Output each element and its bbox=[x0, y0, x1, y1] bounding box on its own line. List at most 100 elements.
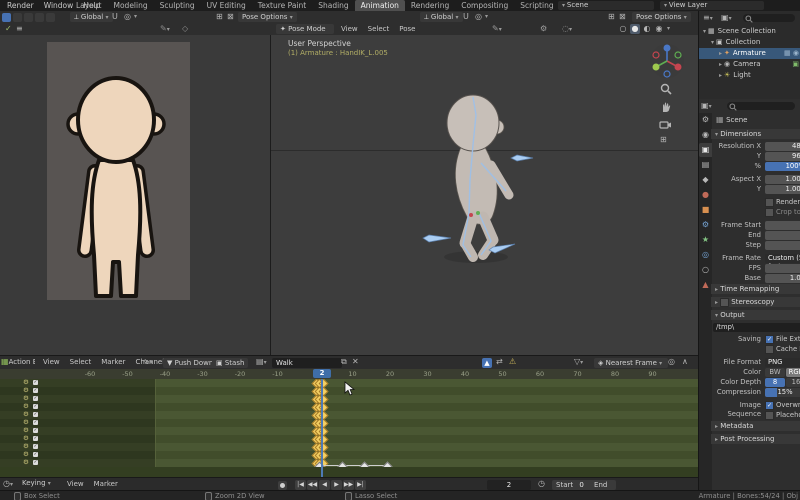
tool-annotate-icon[interactable] bbox=[35, 12, 44, 22]
frame-range-group[interactable]: Start 0 End 2 bbox=[552, 479, 616, 499]
segment-8[interactable]: 8 bbox=[765, 378, 785, 387]
workspace-tab-animation[interactable]: Animation bbox=[354, 0, 405, 11]
segment-16[interactable]: 16 bbox=[786, 378, 800, 387]
proportional-dropdown-icon-center[interactable]: ▾ bbox=[485, 13, 488, 20]
channel-modifier-icon[interactable]: ⚙ bbox=[23, 426, 29, 434]
curve-normalize-icon[interactable]: ∧ bbox=[682, 357, 688, 367]
prop-field-end[interactable]: 2 bbox=[765, 231, 800, 240]
play-reverse-button[interactable]: ◀ bbox=[319, 479, 330, 490]
current-frame-field[interactable]: 2 bbox=[487, 479, 531, 490]
mode-dropdown[interactable]: ✦ Pose Mode ▾ bbox=[276, 24, 334, 43]
output-path-field[interactable]: /tmp\ bbox=[713, 323, 800, 332]
checkbox-render-region[interactable] bbox=[765, 198, 774, 207]
channel-checkbox[interactable]: ✓ bbox=[33, 444, 38, 449]
timeline-editor-icon[interactable]: ◷▾ bbox=[3, 479, 13, 490]
channel-modifier-icon[interactable]: ⚙ bbox=[23, 434, 29, 442]
outliner-item-armature[interactable]: ▸ ✦ Armature ▦ ◉ bbox=[699, 48, 800, 59]
outliner-display-mode-icon[interactable]: ▣▾ bbox=[721, 13, 732, 24]
viewport-menu-pose[interactable]: Pose bbox=[394, 24, 420, 35]
channel-checkbox[interactable]: ✓ bbox=[33, 396, 38, 401]
section-output[interactable]: ▾ Output bbox=[711, 310, 800, 320]
prop-dropdown-file-format[interactable]: PNG bbox=[765, 358, 800, 367]
prop-field-fps[interactable]: 5 bbox=[765, 264, 800, 273]
proportional-edit-icon[interactable]: ◎ bbox=[124, 12, 131, 22]
channel-checkbox[interactable]: ✓ bbox=[33, 412, 38, 417]
gizmo-toggle-icon-center[interactable]: ⊞ bbox=[608, 12, 615, 22]
channel-modifier-icon[interactable]: ⚙ bbox=[23, 394, 29, 402]
menu-render[interactable]: Render bbox=[2, 0, 39, 11]
pose-options-button-center[interactable]: Pose Options ▾ bbox=[632, 12, 691, 22]
orientation-dropdown-left[interactable]: ⟂ Global ▾ bbox=[70, 12, 113, 22]
jump-end-button[interactable]: ▶| bbox=[355, 479, 366, 490]
shading-material-icon[interactable]: ◐ bbox=[642, 24, 652, 34]
channel-modifier-icon[interactable]: ⚙ bbox=[23, 442, 29, 450]
visibility-icons[interactable]: ▦ ◉ bbox=[784, 48, 800, 59]
prop-field-y[interactable]: 960 bbox=[765, 152, 800, 161]
3d-viewport[interactable]: User Perspective (1) Armature : HandIK_L… bbox=[271, 35, 698, 355]
workspace-tab-modeling[interactable]: Modeling bbox=[108, 0, 154, 11]
action-browse-icon[interactable]: ▤▾ bbox=[256, 357, 267, 368]
dopesheet-ruler[interactable]: -60 -50 -40 -30 -20 -10 10 20 30 40 50 60 70 80 90 bbox=[0, 369, 698, 379]
annotate-pencil-icon[interactable]: ✎▾ bbox=[160, 24, 170, 35]
checkbox-placeholders[interactable] bbox=[765, 411, 774, 420]
workspace-tab-rendering[interactable]: Rendering bbox=[405, 0, 455, 11]
channel-checkbox[interactable]: ✓ bbox=[33, 420, 38, 425]
channel-checkbox[interactable]: ✓ bbox=[33, 460, 38, 465]
prop-field-resolution-x[interactable]: 480 bbox=[765, 142, 800, 151]
expand-arrow-icon[interactable]: ▾ bbox=[699, 28, 706, 35]
outliner-search-input[interactable] bbox=[743, 13, 795, 23]
properties-tab-object-data-icon[interactable]: ★ bbox=[699, 233, 712, 247]
tool-settings-pencil-icon[interactable]: ✎▾ bbox=[492, 24, 502, 35]
channel-modifier-icon[interactable]: ⚙ bbox=[23, 418, 29, 426]
action-name-field[interactable]: Walk bbox=[272, 357, 342, 368]
check-icon[interactable]: ✓ bbox=[5, 24, 12, 34]
prop-field-frame-start[interactable]: 0 bbox=[765, 221, 800, 230]
properties-tab-world-icon[interactable]: ● bbox=[699, 188, 712, 202]
proportional-edit-icon-center[interactable]: ◎ bbox=[475, 12, 482, 22]
checkbox-crop-to-render-region[interactable] bbox=[765, 208, 774, 217]
properties-tab-object-icon[interactable]: ■ bbox=[699, 203, 712, 217]
play-button[interactable]: ▶ bbox=[331, 479, 342, 490]
hamburger-icon[interactable]: ≡ bbox=[16, 24, 23, 34]
prop-dropdown-frame-rate[interactable]: Custom (5 fps) bbox=[765, 254, 800, 271]
keying-dropdown[interactable]: Keying ▾ bbox=[22, 479, 51, 487]
playhead-frame-badge[interactable]: 2 bbox=[313, 369, 331, 378]
dopesheet-menu-marker[interactable]: Marker bbox=[96, 357, 130, 368]
segment-bw[interactable]: BW bbox=[765, 368, 785, 377]
workspace-tab-sculpting[interactable]: Sculpting bbox=[154, 0, 201, 11]
viewport-menu-select[interactable]: Select bbox=[363, 24, 395, 35]
action-copy-icon[interactable]: ⧉ bbox=[341, 357, 347, 367]
section-metadata[interactable]: ▸ Metadata bbox=[711, 421, 800, 431]
camera-viewport[interactable] bbox=[0, 35, 271, 355]
prop-field-aspect-x[interactable]: 1.000 bbox=[765, 175, 800, 184]
dopesheet-mode-icon[interactable]: ∿▾ bbox=[143, 357, 153, 368]
properties-tab-modifiers-icon[interactable]: ⚙ bbox=[699, 218, 712, 232]
channel-modifier-icon[interactable]: ⚙ bbox=[23, 402, 29, 410]
auto-key-record-button[interactable] bbox=[278, 480, 287, 490]
gizmo-toggle-icon[interactable]: ⊞ bbox=[216, 12, 223, 22]
channel-checkbox[interactable]: ✓ bbox=[33, 388, 38, 393]
zoom-tool-icon[interactable] bbox=[660, 83, 672, 95]
filter-warning-icon[interactable]: ⚠ bbox=[509, 357, 516, 367]
section-checkbox[interactable] bbox=[720, 297, 730, 307]
proportional-dopesheet-icon[interactable]: ◎ bbox=[668, 357, 675, 367]
properties-search-input[interactable] bbox=[727, 101, 795, 111]
section-time-remapping[interactable]: ▸ Time Remapping bbox=[711, 284, 800, 294]
scene-selector[interactable]: ▾ Scene bbox=[558, 1, 654, 10]
viewport-gizmos-icon[interactable]: ⚙ bbox=[540, 24, 547, 34]
slider-compression[interactable]: 15% bbox=[765, 388, 800, 397]
channel-checkbox[interactable]: ✓ bbox=[33, 428, 38, 433]
tool-select-icon[interactable] bbox=[2, 12, 11, 22]
pan-hand-icon[interactable] bbox=[660, 101, 672, 113]
toggle-grid-icon[interactable]: ⊞ bbox=[660, 135, 667, 145]
properties-tab-view-layer-icon[interactable]: ▤ bbox=[699, 158, 712, 172]
tool-tweak-icon[interactable] bbox=[13, 12, 22, 22]
channel-modifier-icon[interactable]: ⚙ bbox=[23, 450, 29, 458]
navigation-gizmo[interactable] bbox=[649, 43, 685, 79]
segment-rgb[interactable]: RGB bbox=[786, 368, 800, 377]
expand-arrow-icon[interactable]: ▾ bbox=[699, 39, 714, 46]
left-shading-icon[interactable]: ◇ bbox=[182, 24, 188, 34]
outliner-item-collection[interactable]: ▾ ▣ Collection bbox=[699, 37, 800, 48]
playhead-line[interactable] bbox=[321, 379, 323, 477]
checkbox-file-extensions[interactable]: ✓ bbox=[765, 335, 774, 344]
